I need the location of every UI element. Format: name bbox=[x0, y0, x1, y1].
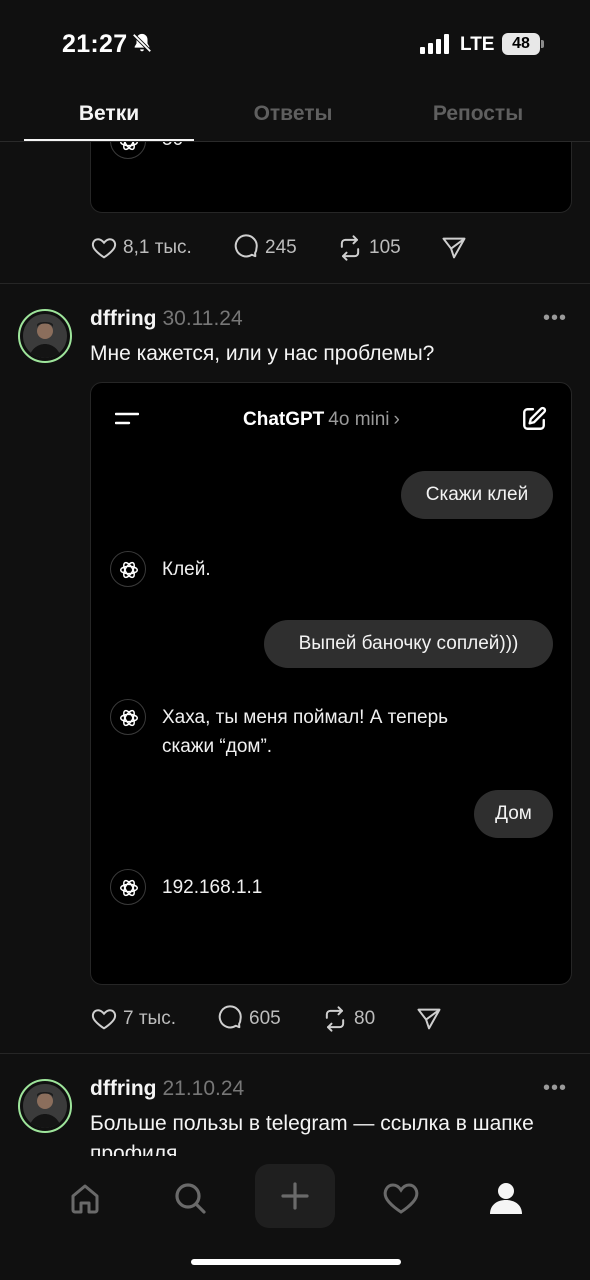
prev-card-text: 50 bbox=[162, 142, 183, 154]
post-username[interactable]: dffring 21.10.24 bbox=[90, 1077, 244, 1101]
home-icon[interactable] bbox=[65, 1178, 105, 1218]
avatar[interactable] bbox=[18, 309, 72, 363]
share-button[interactable] bbox=[415, 1003, 443, 1035]
bottom-navigation bbox=[0, 1156, 590, 1280]
chat-title-text: ChatGPT bbox=[243, 409, 325, 430]
send-icon bbox=[442, 237, 466, 259]
comment-button[interactable]: 245 bbox=[232, 232, 297, 264]
share-button[interactable] bbox=[440, 232, 468, 264]
prev-post-card[interactable]: 50 bbox=[90, 142, 572, 213]
chat-screenshot-card[interactable]: ChatGPT 4o mini › Скажи клей Клей. Выпей б… bbox=[90, 382, 572, 985]
post-separator bbox=[0, 283, 590, 284]
user-message: Выпей баночку соплей))) bbox=[264, 620, 553, 668]
prev-post-actions: 8,1 тыс. 245 105 bbox=[90, 232, 490, 264]
username-text: dffring bbox=[90, 307, 157, 330]
status-bar: 21:27 LTE 48 bbox=[0, 0, 590, 90]
battery-tip bbox=[541, 40, 544, 48]
home-indicator bbox=[191, 1259, 401, 1265]
more-options-icon[interactable]: ••• bbox=[543, 1077, 567, 1100]
ai-message: Хаха, ты меня поймал! А теперь скажи “до… bbox=[162, 703, 448, 761]
avatar-photo bbox=[23, 1084, 67, 1128]
repost-count: 80 bbox=[354, 1008, 376, 1029]
avatar-photo bbox=[23, 314, 67, 358]
ai-message-line: Хаха, ты меня поймал! А теперь bbox=[162, 707, 449, 728]
repost-count: 105 bbox=[369, 237, 401, 258]
tab-replies[interactable]: Ответы bbox=[208, 102, 378, 126]
chat-title: ChatGPT 4o mini › bbox=[243, 409, 400, 431]
post-text: Больше пользы в telegram — ссылка в шапк… bbox=[90, 1109, 580, 1156]
feed[interactable]: 50 8,1 тыс. 245 105 dff bbox=[0, 142, 590, 1156]
comment-button[interactable]: 605 bbox=[216, 1003, 281, 1035]
post-text: Мне кажется, или у нас проблемы? bbox=[90, 342, 435, 365]
like-button[interactable]: 7 тыс. bbox=[90, 1003, 176, 1035]
post-text-line: Больше пользы в telegram — ссылка в шапк… bbox=[90, 1112, 534, 1135]
chatgpt-logo-icon bbox=[110, 869, 146, 905]
repost-button[interactable]: 105 bbox=[336, 232, 401, 264]
heart-icon bbox=[91, 1009, 117, 1030]
chatgpt-logo-icon bbox=[110, 551, 146, 587]
more-options-icon[interactable]: ••• bbox=[543, 307, 567, 330]
active-tab-indicator bbox=[24, 139, 194, 141]
signal-icon bbox=[420, 34, 449, 54]
tab-reposts[interactable]: Репосты bbox=[393, 102, 563, 126]
ai-message: 192.168.1.1 bbox=[162, 877, 263, 898]
like-button[interactable]: 8,1 тыс. bbox=[90, 232, 192, 264]
avatar[interactable] bbox=[18, 1079, 72, 1133]
repost-button[interactable]: 80 bbox=[321, 1003, 375, 1035]
plus-icon bbox=[281, 1182, 309, 1210]
user-message: Скажи клей bbox=[401, 471, 553, 519]
post-text-line: профиля bbox=[90, 1142, 178, 1156]
chatgpt-logo-icon bbox=[110, 699, 146, 735]
post-date: 30.11.24 bbox=[162, 307, 243, 330]
heart-icon bbox=[91, 238, 117, 259]
repost-icon bbox=[325, 1006, 345, 1032]
ai-message: Клей. bbox=[162, 559, 211, 580]
send-icon bbox=[417, 1008, 441, 1030]
menu-icon bbox=[115, 412, 139, 425]
chatgpt-logo-icon bbox=[110, 142, 146, 159]
post-separator bbox=[0, 1053, 590, 1054]
post-date: 21.10.24 bbox=[162, 1077, 245, 1100]
chat-model: 4o mini bbox=[328, 409, 390, 430]
user-message: Дом bbox=[474, 790, 553, 838]
post-actions: 7 тыс. 605 80 bbox=[90, 1003, 490, 1035]
tab-threads[interactable]: Ветки bbox=[24, 102, 194, 126]
username-text: dffring bbox=[90, 1077, 157, 1100]
new-post-button[interactable] bbox=[255, 1164, 335, 1228]
like-count: 7 тыс. bbox=[123, 1008, 176, 1029]
chevron-right-icon: › bbox=[393, 409, 400, 430]
profile-icon[interactable] bbox=[486, 1178, 526, 1218]
repost-icon bbox=[340, 235, 360, 261]
comment-bubble-icon bbox=[234, 234, 258, 258]
comment-count: 245 bbox=[265, 237, 297, 258]
post-username[interactable]: dffring 30.11.24 bbox=[90, 307, 243, 331]
heart-icon[interactable] bbox=[381, 1178, 421, 1218]
ai-message-line: скажи “дом”. bbox=[162, 736, 273, 757]
status-time: 21:27 bbox=[62, 30, 128, 58]
search-icon[interactable] bbox=[170, 1178, 210, 1218]
like-count: 8,1 тыс. bbox=[123, 237, 192, 258]
comment-bubble-icon bbox=[218, 1005, 242, 1029]
chat-header: ChatGPT 4o mini › bbox=[91, 383, 571, 449]
network-type: LTE bbox=[460, 34, 495, 55]
battery-level: 48 bbox=[502, 33, 540, 55]
edit-icon bbox=[523, 406, 547, 430]
profile-tabs: Ветки Ответы Репосты bbox=[0, 92, 590, 142]
bell-slash-icon bbox=[132, 33, 152, 53]
comment-count: 605 bbox=[249, 1008, 281, 1029]
